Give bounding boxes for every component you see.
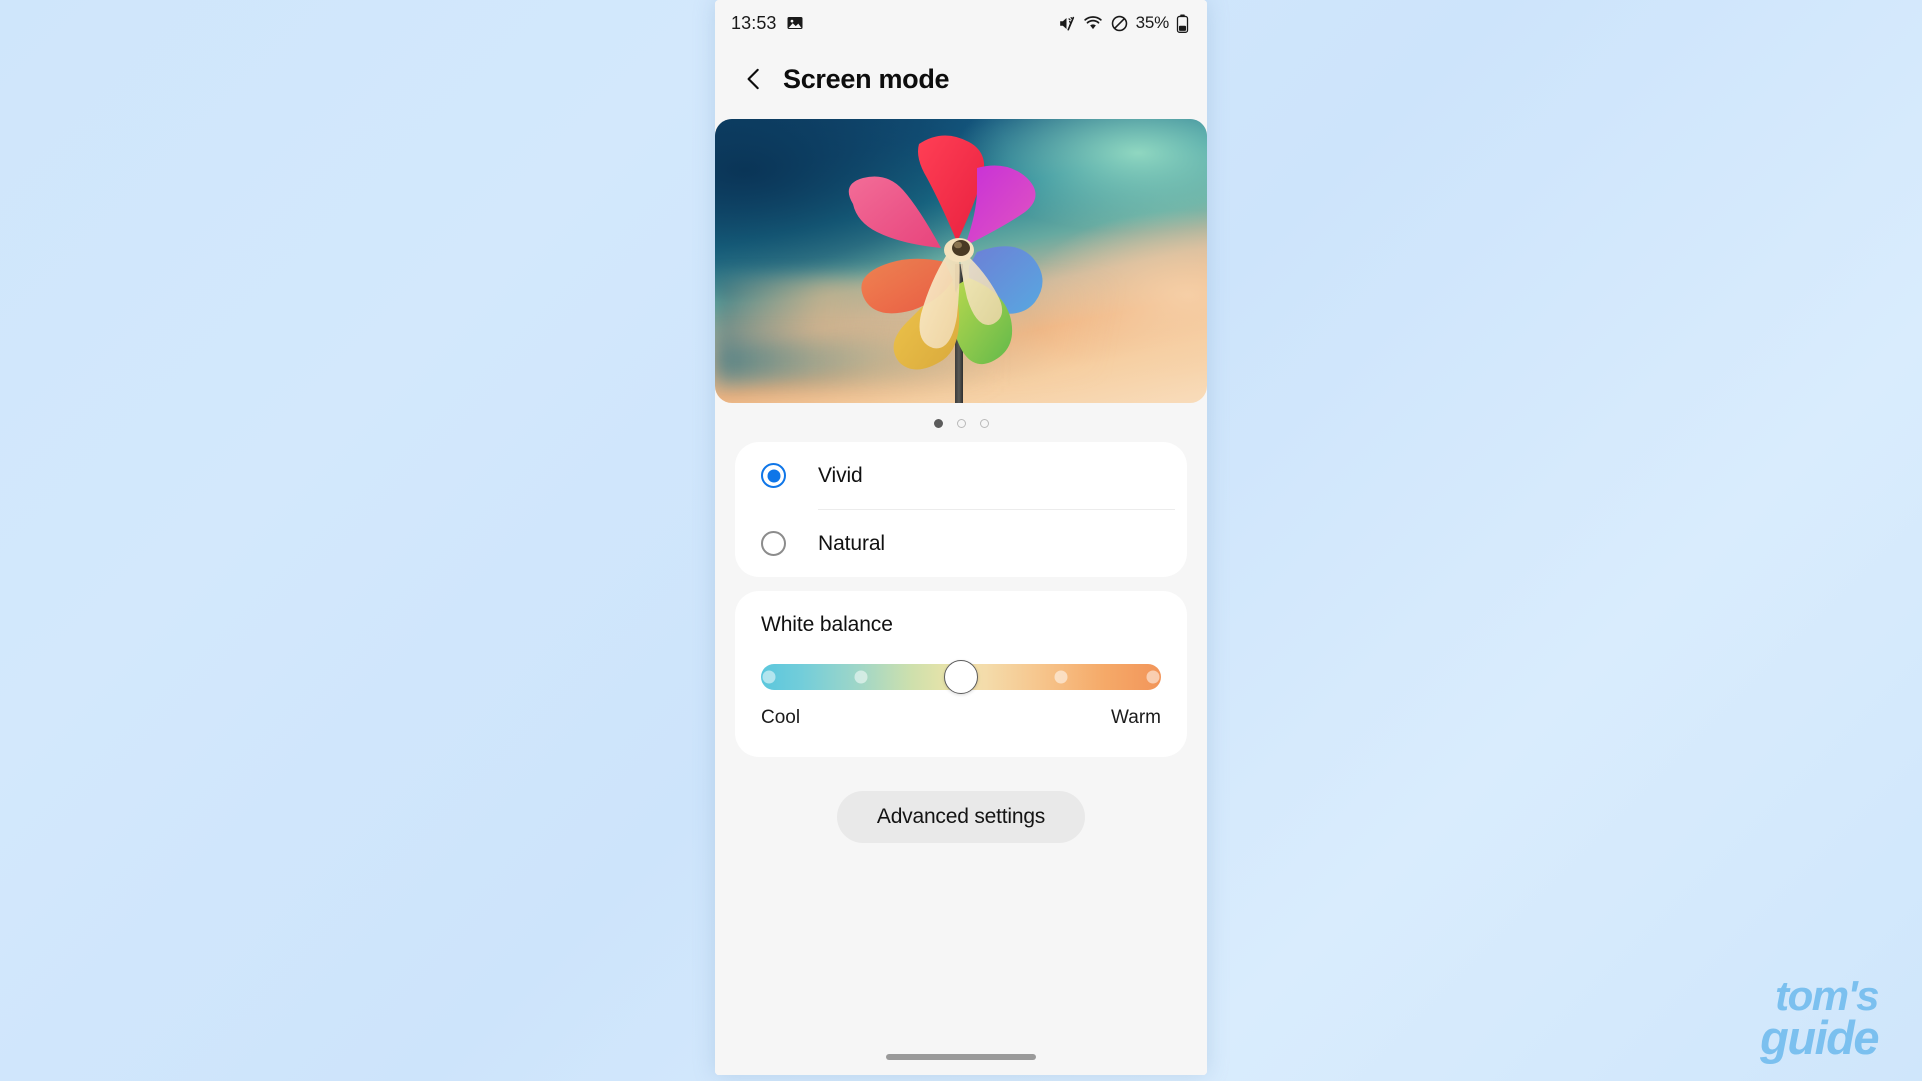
white-balance-card: White balance Cool Warm (735, 591, 1187, 757)
battery-percent-label: 35% (1135, 13, 1170, 32)
carousel-dot-1[interactable] (933, 419, 943, 428)
phone-screen: 13:53 35% Screen mode Vivid Natural Whit… (715, 0, 1207, 1075)
slider-tick-5 (1146, 670, 1160, 684)
preview-carousel[interactable] (715, 112, 1207, 403)
toms-guide-watermark: tom's guide (1760, 972, 1879, 1064)
watermark-line-1: tom's (1775, 972, 1879, 1020)
screen-mode-label-natural: Natural (818, 531, 885, 555)
advanced-settings-area: Advanced settings (715, 791, 1207, 843)
white-balance-range-labels: Cool Warm (761, 707, 1161, 729)
image-icon (786, 14, 804, 32)
slider-tick-1 (762, 670, 776, 684)
white-balance-slider-thumb[interactable] (944, 660, 978, 694)
screen-mode-option-vivid[interactable]: Vivid (735, 442, 1187, 509)
carousel-dot-3[interactable] (979, 419, 989, 428)
screen-mode-card: Vivid Natural (735, 442, 1187, 577)
white-balance-warm-label: Warm (1111, 707, 1161, 728)
home-indicator[interactable] (886, 1054, 1036, 1060)
pinwheel-illustration (848, 135, 1043, 403)
screen-mode-option-natural[interactable]: Natural (735, 510, 1187, 577)
white-balance-cool-label: Cool (761, 707, 801, 728)
advanced-settings-button[interactable]: Advanced settings (836, 791, 1086, 843)
radio-vivid-icon[interactable] (761, 463, 786, 488)
watermark-line-2: guide (1760, 1010, 1879, 1064)
carousel-dots[interactable] (715, 403, 1207, 442)
radio-natural-icon[interactable] (761, 531, 786, 556)
back-chevron-icon[interactable] (741, 66, 767, 92)
page-title: Screen mode (783, 63, 950, 94)
do-not-disturb-icon (1110, 14, 1129, 33)
slider-tick-2 (854, 670, 868, 684)
white-balance-slider[interactable] (761, 660, 1161, 694)
slider-tick-4 (1054, 670, 1068, 684)
status-bar-right: 35% (1057, 13, 1189, 33)
preview-image[interactable] (715, 119, 1207, 403)
wifi-icon (1083, 13, 1103, 33)
status-bar-left: 13:53 (731, 13, 804, 34)
settings-content: Vivid Natural White balance Cool Warm Ad… (715, 112, 1207, 1075)
white-balance-title: White balance (761, 613, 893, 636)
status-bar-clock: 13:53 (731, 12, 777, 33)
carousel-dot-2[interactable] (956, 419, 966, 428)
battery-icon (1176, 14, 1189, 33)
navigation-bar (715, 1039, 1207, 1075)
screen-mode-label-vivid: Vivid (818, 463, 863, 487)
mute-icon (1057, 14, 1076, 33)
status-bar: 13:53 35% (715, 0, 1207, 46)
page-header: Screen mode (715, 46, 1207, 112)
